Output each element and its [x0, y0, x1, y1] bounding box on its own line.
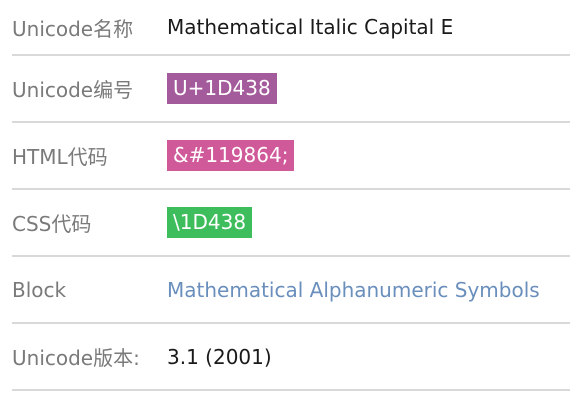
- unicode-info-table: Unicode名称 Mathematical Italic Capital E …: [12, 0, 570, 391]
- css-code-badge: \1D438: [167, 207, 253, 238]
- unicode-codepoint-label: Unicode编号: [12, 78, 134, 102]
- unicode-version-label: Unicode版本:: [12, 346, 140, 370]
- unicode-version-value: 3.1 (2001): [167, 344, 272, 369]
- row-block: Block Mathematical Alphanumeric Symbols: [12, 256, 570, 323]
- row-unicode-codepoint: Unicode编号 U+1D438: [12, 55, 570, 122]
- unicode-codepoint-badge: U+1D438: [167, 73, 277, 104]
- row-unicode-version: Unicode版本: 3.1 (2001): [12, 323, 570, 390]
- block-link[interactable]: Mathematical Alphanumeric Symbols: [167, 278, 540, 302]
- row-css-code: CSS代码 \1D438: [12, 189, 570, 256]
- unicode-name-value: Mathematical Italic Capital E: [167, 15, 454, 39]
- block-label: Block: [12, 277, 67, 302]
- row-html-code: HTML代码 &#119864;: [12, 122, 570, 189]
- css-code-label: CSS代码: [12, 212, 92, 236]
- row-unicode-name: Unicode名称 Mathematical Italic Capital E: [12, 0, 570, 55]
- html-code-label: HTML代码: [12, 145, 108, 169]
- html-code-badge: &#119864;: [167, 140, 295, 171]
- unicode-name-label: Unicode名称: [12, 16, 134, 41]
